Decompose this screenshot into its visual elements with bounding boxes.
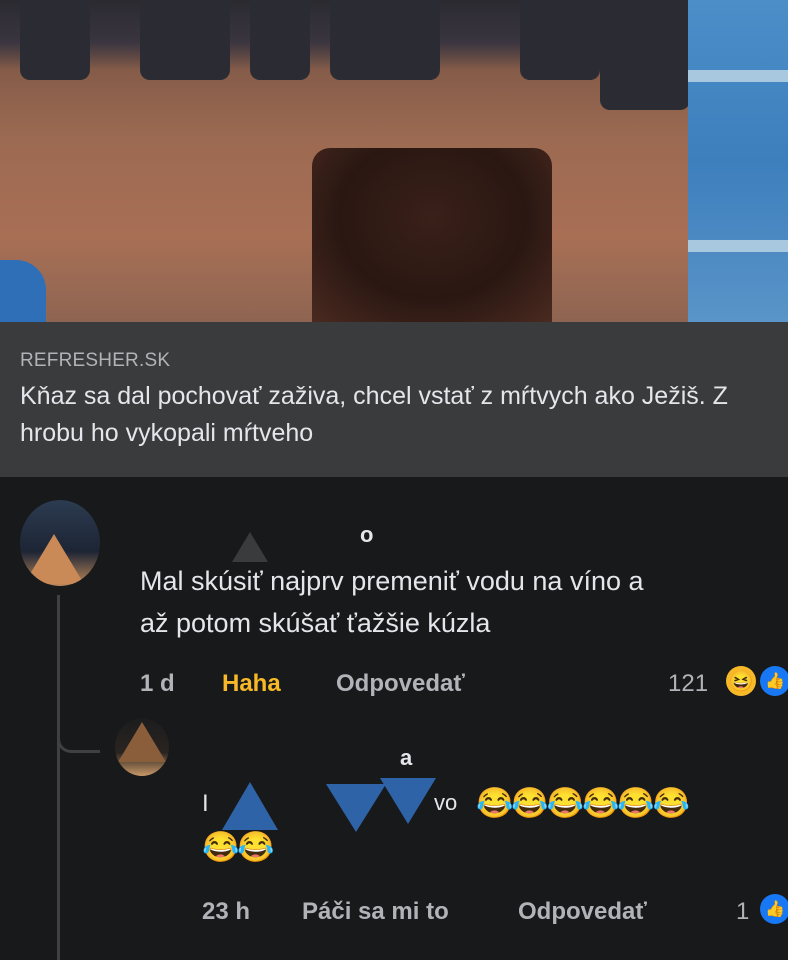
reflective-stripe (688, 70, 788, 82)
person-legs (250, 0, 310, 80)
redacted-shape (380, 778, 436, 824)
comment-time[interactable]: 1 d (140, 670, 175, 698)
redacted-shape (326, 784, 386, 832)
commenter-name[interactable]: o (360, 522, 373, 548)
redacted-name (232, 532, 268, 562)
laughing-emoji-row: 😂😂 (202, 831, 275, 864)
reaction-count[interactable]: 121 (668, 670, 708, 698)
person-legs (520, 0, 600, 80)
person-legs (20, 0, 90, 80)
link-title[interactable]: Kňaz sa dal pochovať zaživa, chcel vstať… (20, 378, 770, 452)
laughing-emoji-row: 😂😂😂😂😂😂 (476, 787, 690, 820)
worker-in-blue (688, 0, 788, 322)
redacted-shape (222, 782, 278, 830)
person-legs (330, 0, 440, 80)
reply-text-prefix: I (202, 790, 209, 817)
link-source: REFRESHER.SK (20, 350, 171, 371)
reply-time[interactable]: 23 h (202, 898, 250, 926)
reply-button[interactable]: Odpovedať (336, 670, 465, 698)
haha-button[interactable]: Haha (222, 670, 281, 698)
comment-body: Mal skúsiť najprv premeniť vodu na víno … (140, 560, 780, 644)
like-button[interactable]: Páči sa mi to (302, 898, 449, 926)
thumbs-up-icon: 👍 (760, 894, 788, 924)
thread-elbow (57, 720, 100, 753)
laughing-face-icon: 😆 (726, 666, 756, 696)
person-legs (600, 0, 690, 110)
avatar[interactable] (20, 500, 100, 586)
thread-line (57, 595, 60, 960)
reply-button[interactable]: Odpovedať (518, 898, 647, 926)
reaction-count[interactable]: 1 (736, 898, 749, 926)
comment-line: až potom skúšať ťažšie kúzla (140, 608, 491, 638)
thumbs-up-icon: 👍 (760, 666, 788, 696)
avatar[interactable] (115, 718, 169, 776)
grave-pit (312, 148, 552, 322)
replier-name[interactable]: a (400, 745, 412, 771)
link-preview-image[interactable] (0, 0, 788, 322)
person-legs (140, 0, 230, 80)
comment-line: Mal skúsiť najprv premeniť vodu na víno … (140, 566, 644, 596)
reflective-stripe (688, 240, 788, 252)
reply-text-fragment: vo (434, 790, 458, 815)
